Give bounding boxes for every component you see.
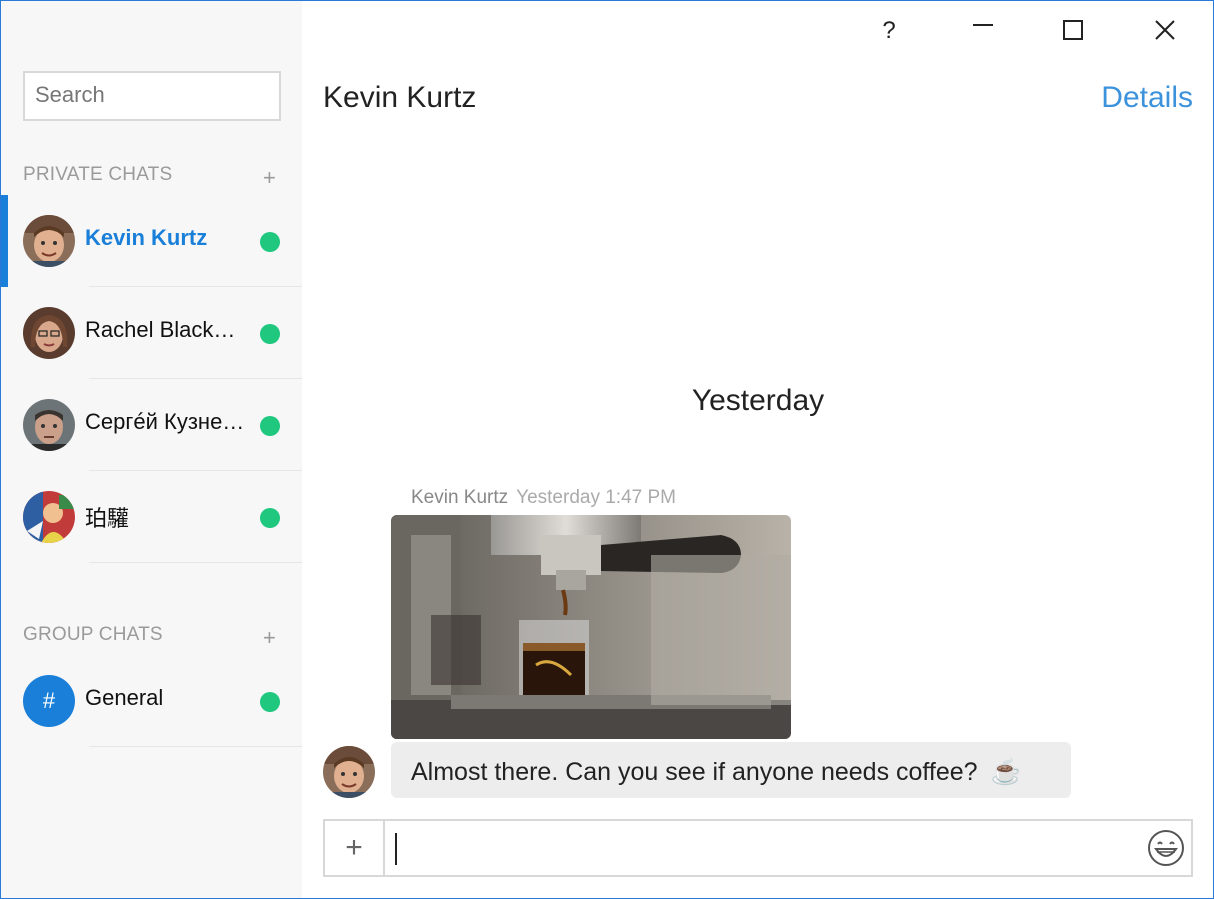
add-group-chat-button[interactable]: + (263, 625, 276, 651)
online-status-dot (260, 508, 280, 528)
online-status-dot (260, 232, 280, 252)
minimize-button[interactable] (963, 11, 1003, 51)
divider (89, 562, 302, 563)
online-status-dot (260, 324, 280, 344)
date-separator: Yesterday (691, 384, 825, 417)
message-bubble: Almost there. Can you see if anyone need… (391, 742, 1071, 798)
espresso-machine-photo[interactable] (391, 515, 791, 739)
app-window: PRIVATE CHATS + Kevin Kurtz (0, 0, 1214, 899)
chat-item-name: Сергéй Кузне… (85, 409, 245, 434)
chat-item-general[interactable]: # General (1, 655, 302, 747)
avatar (23, 399, 75, 451)
chat-item-kevin-kurtz[interactable]: Kevin Kurtz (1, 195, 302, 287)
chat-item-sergey[interactable]: Сергéй Кузне… (1, 379, 302, 471)
chat-item-rachel[interactable]: Rachel Black… (1, 287, 302, 379)
minimize-icon (973, 24, 993, 26)
message-composer: + (323, 819, 1193, 877)
hash-icon: # (23, 675, 75, 727)
search-box[interactable] (23, 71, 281, 121)
attach-button[interactable]: + (325, 821, 385, 875)
chat-item-name: General (85, 685, 164, 710)
message-time: Yesterday 1:47 PM (516, 487, 676, 508)
add-private-chat-button[interactable]: + (263, 165, 276, 191)
search-input[interactable] (25, 73, 265, 117)
coffee-icon: ☕ (990, 758, 1022, 786)
active-indicator (1, 195, 8, 287)
close-icon (1155, 20, 1175, 40)
help-button[interactable]: ? (869, 11, 909, 51)
online-status-dot (260, 692, 280, 712)
conversation-title: Kevin Kurtz (323, 81, 477, 114)
avatar (23, 307, 75, 359)
message-author: Kevin Kurtz (411, 487, 509, 508)
message-meta: Kevin Kurtz Yesterday 1:47 PM (411, 487, 676, 509)
chat-item-name: Rachel Black… (85, 317, 236, 342)
chat-item-cjk-contact[interactable]: 珀驩 (1, 471, 302, 563)
sidebar: PRIVATE CHATS + Kevin Kurtz (1, 1, 302, 898)
chat-item-name: Kevin Kurtz (85, 225, 208, 250)
close-button[interactable] (1145, 11, 1185, 51)
message-text: Almost there. Can you see if anyone need… (411, 758, 978, 786)
private-chats-header: PRIVATE CHATS (23, 164, 173, 185)
text-caret (395, 833, 397, 865)
maximize-icon (1063, 20, 1083, 40)
message-input[interactable] (399, 827, 1143, 871)
online-status-dot (260, 416, 280, 436)
avatar (23, 215, 75, 267)
message-avatar (323, 746, 375, 798)
maximize-button[interactable] (1053, 11, 1093, 51)
chat-item-name: 珀驩 (85, 506, 130, 531)
divider (89, 746, 302, 747)
details-link[interactable]: Details (1101, 81, 1193, 115)
avatar (23, 491, 75, 543)
smiley-icon[interactable] (1147, 829, 1185, 867)
group-chats-header: GROUP CHATS (23, 624, 163, 645)
